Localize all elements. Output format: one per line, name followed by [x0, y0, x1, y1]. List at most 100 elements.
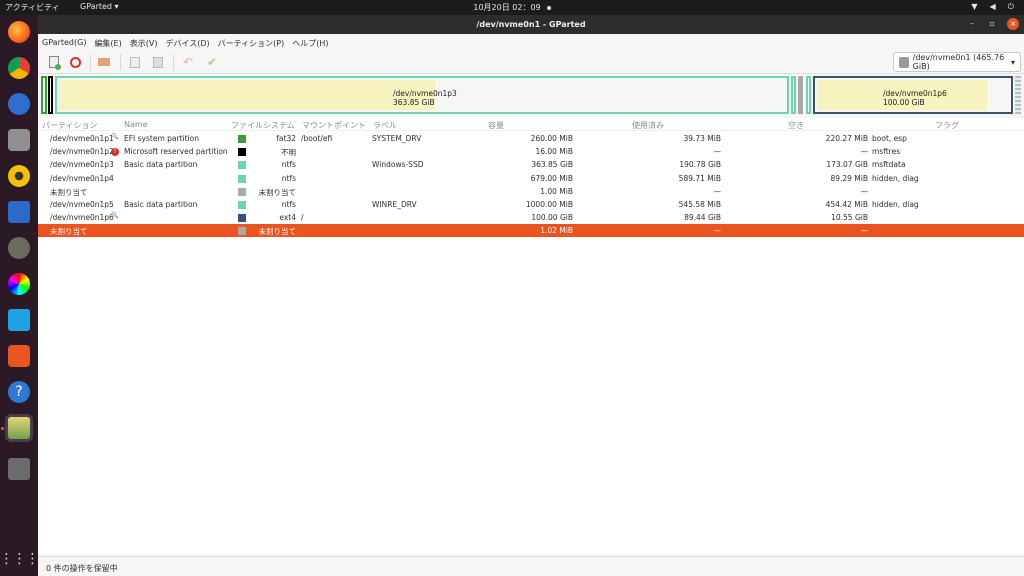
- undo-icon[interactable]: ↶: [180, 54, 196, 70]
- column-size[interactable]: 容量: [488, 120, 504, 131]
- map-segment-p1[interactable]: [41, 76, 47, 114]
- app-menu[interactable]: GParted ▾: [80, 2, 119, 11]
- new-partition-icon[interactable]: [46, 54, 62, 70]
- map-segment-p5[interactable]: [806, 76, 811, 114]
- used-cell: 89.44 GiB: [684, 213, 721, 223]
- map-segment-unallocated[interactable]: [798, 76, 803, 114]
- help-icon[interactable]: ?: [5, 378, 33, 406]
- volume-icon[interactable]: ◀: [990, 2, 996, 12]
- name-cell: EFI system partition: [124, 134, 199, 143]
- used-cell: 190.78 GiB: [679, 160, 721, 170]
- gparted-window: /dev/nvme0n1 - GParted – ▫ × GParted(G) …: [38, 15, 1024, 576]
- table-row[interactable]: /dev/nvme0n1p2 Microsoft reserved partiti…: [38, 145, 1024, 158]
- filesystem-color-swatch: [238, 135, 246, 143]
- table-row[interactable]: /dev/nvme0n1p1 EFI system partition fat32 /…: [38, 132, 1024, 145]
- used-cell: —: [713, 186, 722, 196]
- menu-bar: GParted(G) 編集(E) 表示(V) デバイス(D) パーティション(P…: [38, 34, 1024, 50]
- window-title: /dev/nvme0n1 - GParted: [476, 20, 586, 29]
- paste-icon[interactable]: [150, 54, 166, 70]
- column-used[interactable]: 使用済み: [632, 120, 664, 131]
- copy-icon[interactable]: [127, 54, 143, 70]
- column-label[interactable]: ラベル: [373, 120, 397, 131]
- usb-drive-icon[interactable]: [5, 455, 33, 483]
- software-center-icon[interactable]: [5, 342, 33, 370]
- apply-icon[interactable]: ✔: [204, 54, 220, 70]
- column-partition[interactable]: パーティション: [42, 120, 98, 131]
- flags-cell: msftres: [872, 147, 901, 157]
- table-row[interactable]: /dev/nvme0n1p6 ext4 / 100.00 GiB 89.44 GiB 10…: [38, 211, 1024, 224]
- map-segment-unallocated-end[interactable]: [1015, 76, 1021, 114]
- map-segment-p4[interactable]: [791, 76, 796, 114]
- partition-cell: 未割り当て: [50, 227, 88, 237]
- free-cell: 89.29 MiB: [830, 173, 868, 183]
- table-row[interactable]: 未割り当て 未割り当て 1.02 MiB — —: [38, 224, 1024, 238]
- gimp-icon[interactable]: [5, 234, 33, 262]
- table-row[interactable]: /dev/nvme0n1p4 ntfs 679.00 MiB 589.71 MiB 89…: [38, 172, 1024, 185]
- menu-partition[interactable]: パーティション(P): [218, 34, 285, 50]
- free-cell: —: [860, 226, 869, 236]
- flags-cell: boot, esp: [872, 134, 907, 143]
- toolbar-separator: [90, 54, 91, 70]
- warning-icon[interactable]: !: [111, 146, 119, 157]
- table-row[interactable]: /dev/nvme0n1p5 Basic data partition ntfs WI…: [38, 198, 1024, 211]
- menu-device[interactable]: デバイス(D): [165, 34, 209, 50]
- dock: ? ⋮⋮⋮: [0, 15, 40, 576]
- table-row[interactable]: 未割り当て 未割り当て 1.00 MiB — —: [38, 185, 1024, 198]
- partition-cell: /dev/nvme0n1p5: [50, 200, 114, 209]
- color-picker-icon[interactable]: [5, 270, 33, 298]
- column-filesystem[interactable]: ファイルシステム: [231, 120, 295, 131]
- chrome-icon[interactable]: [5, 54, 33, 82]
- filesystem-color-swatch: [238, 174, 246, 183]
- flags-cell: hidden, diag: [872, 173, 919, 183]
- used-space-fill: [59, 80, 435, 110]
- column-flags[interactable]: フラグ: [935, 120, 959, 131]
- flags-cell: msftdata: [872, 160, 906, 170]
- device-selector[interactable]: /dev/nvme0n1 (465.76 GiB) ▾: [893, 52, 1021, 72]
- label-cell: WINRE_DRV: [372, 200, 417, 209]
- menu-gparted[interactable]: GParted(G): [42, 34, 86, 50]
- partition-cell: 未割り当て: [50, 187, 88, 197]
- gparted-icon[interactable]: [5, 414, 33, 442]
- name-cell: Microsoft reserved partition: [124, 147, 228, 157]
- column-free[interactable]: 空き: [788, 120, 804, 131]
- filesystem-color-swatch: [238, 214, 246, 223]
- search-icon[interactable]: 🔍: [111, 212, 118, 219]
- map-segment-p6-name: /dev/nvme0n1p6: [883, 89, 947, 98]
- clock-text[interactable]: 10月20日 02：09: [473, 3, 540, 12]
- title-bar: /dev/nvme0n1 - GParted – ▫ ×: [38, 15, 1024, 34]
- show-applications-icon[interactable]: ⋮⋮⋮: [0, 545, 40, 573]
- map-segment-p3[interactable]: /dev/nvme0n1p3 363.85 GiB: [55, 76, 789, 114]
- column-mountpoint[interactable]: マウントポイント: [302, 120, 366, 131]
- minimize-icon[interactable]: –: [966, 18, 978, 30]
- thunderbird-icon[interactable]: [5, 90, 33, 118]
- rhythmbox-icon[interactable]: [5, 162, 33, 190]
- size-cell: 1000.00 MiB: [525, 200, 573, 209]
- pending-operations-text: 0 件の操作を保留中: [46, 564, 118, 573]
- files-icon[interactable]: [5, 126, 33, 154]
- free-cell: —: [860, 186, 869, 196]
- system-tray[interactable]: ▼ ◀ ⏻: [971, 2, 1014, 12]
- device-selector-label: /dev/nvme0n1 (465.76 GiB): [912, 53, 1005, 71]
- map-segment-p2[interactable]: [48, 76, 53, 114]
- close-icon[interactable]: ×: [1007, 18, 1019, 30]
- maximize-icon[interactable]: ▫: [986, 18, 998, 30]
- search-icon[interactable]: 🔍: [111, 133, 118, 140]
- map-segment-p6[interactable]: /dev/nvme0n1p6 100.00 GiB: [813, 76, 1013, 114]
- libreoffice-writer-icon[interactable]: [5, 198, 33, 226]
- clock: 10月20日 02：09: [0, 2, 1024, 13]
- map-segment-p3-size: 363.85 GiB: [393, 98, 435, 107]
- partition-cell: /dev/nvme0n1p6: [50, 213, 114, 223]
- power-icon[interactable]: ⏻: [1008, 2, 1014, 12]
- menu-view[interactable]: 表示(V): [130, 34, 158, 50]
- menu-edit[interactable]: 編集(E): [94, 34, 121, 50]
- column-name[interactable]: Name: [124, 120, 148, 129]
- bird-app-icon[interactable]: [5, 306, 33, 334]
- firefox-icon[interactable]: [5, 18, 33, 46]
- table-row[interactable]: /dev/nvme0n1p3 Basic data partition ntfs Wi…: [38, 158, 1024, 171]
- menu-help[interactable]: ヘルプ(H): [292, 34, 328, 50]
- used-cell: 545.58 MiB: [678, 200, 721, 209]
- delete-partition-icon[interactable]: [67, 54, 83, 70]
- activities-button[interactable]: アクティビティ: [5, 2, 60, 13]
- wifi-icon[interactable]: ▼: [971, 2, 977, 12]
- resize-move-icon[interactable]: [96, 54, 112, 70]
